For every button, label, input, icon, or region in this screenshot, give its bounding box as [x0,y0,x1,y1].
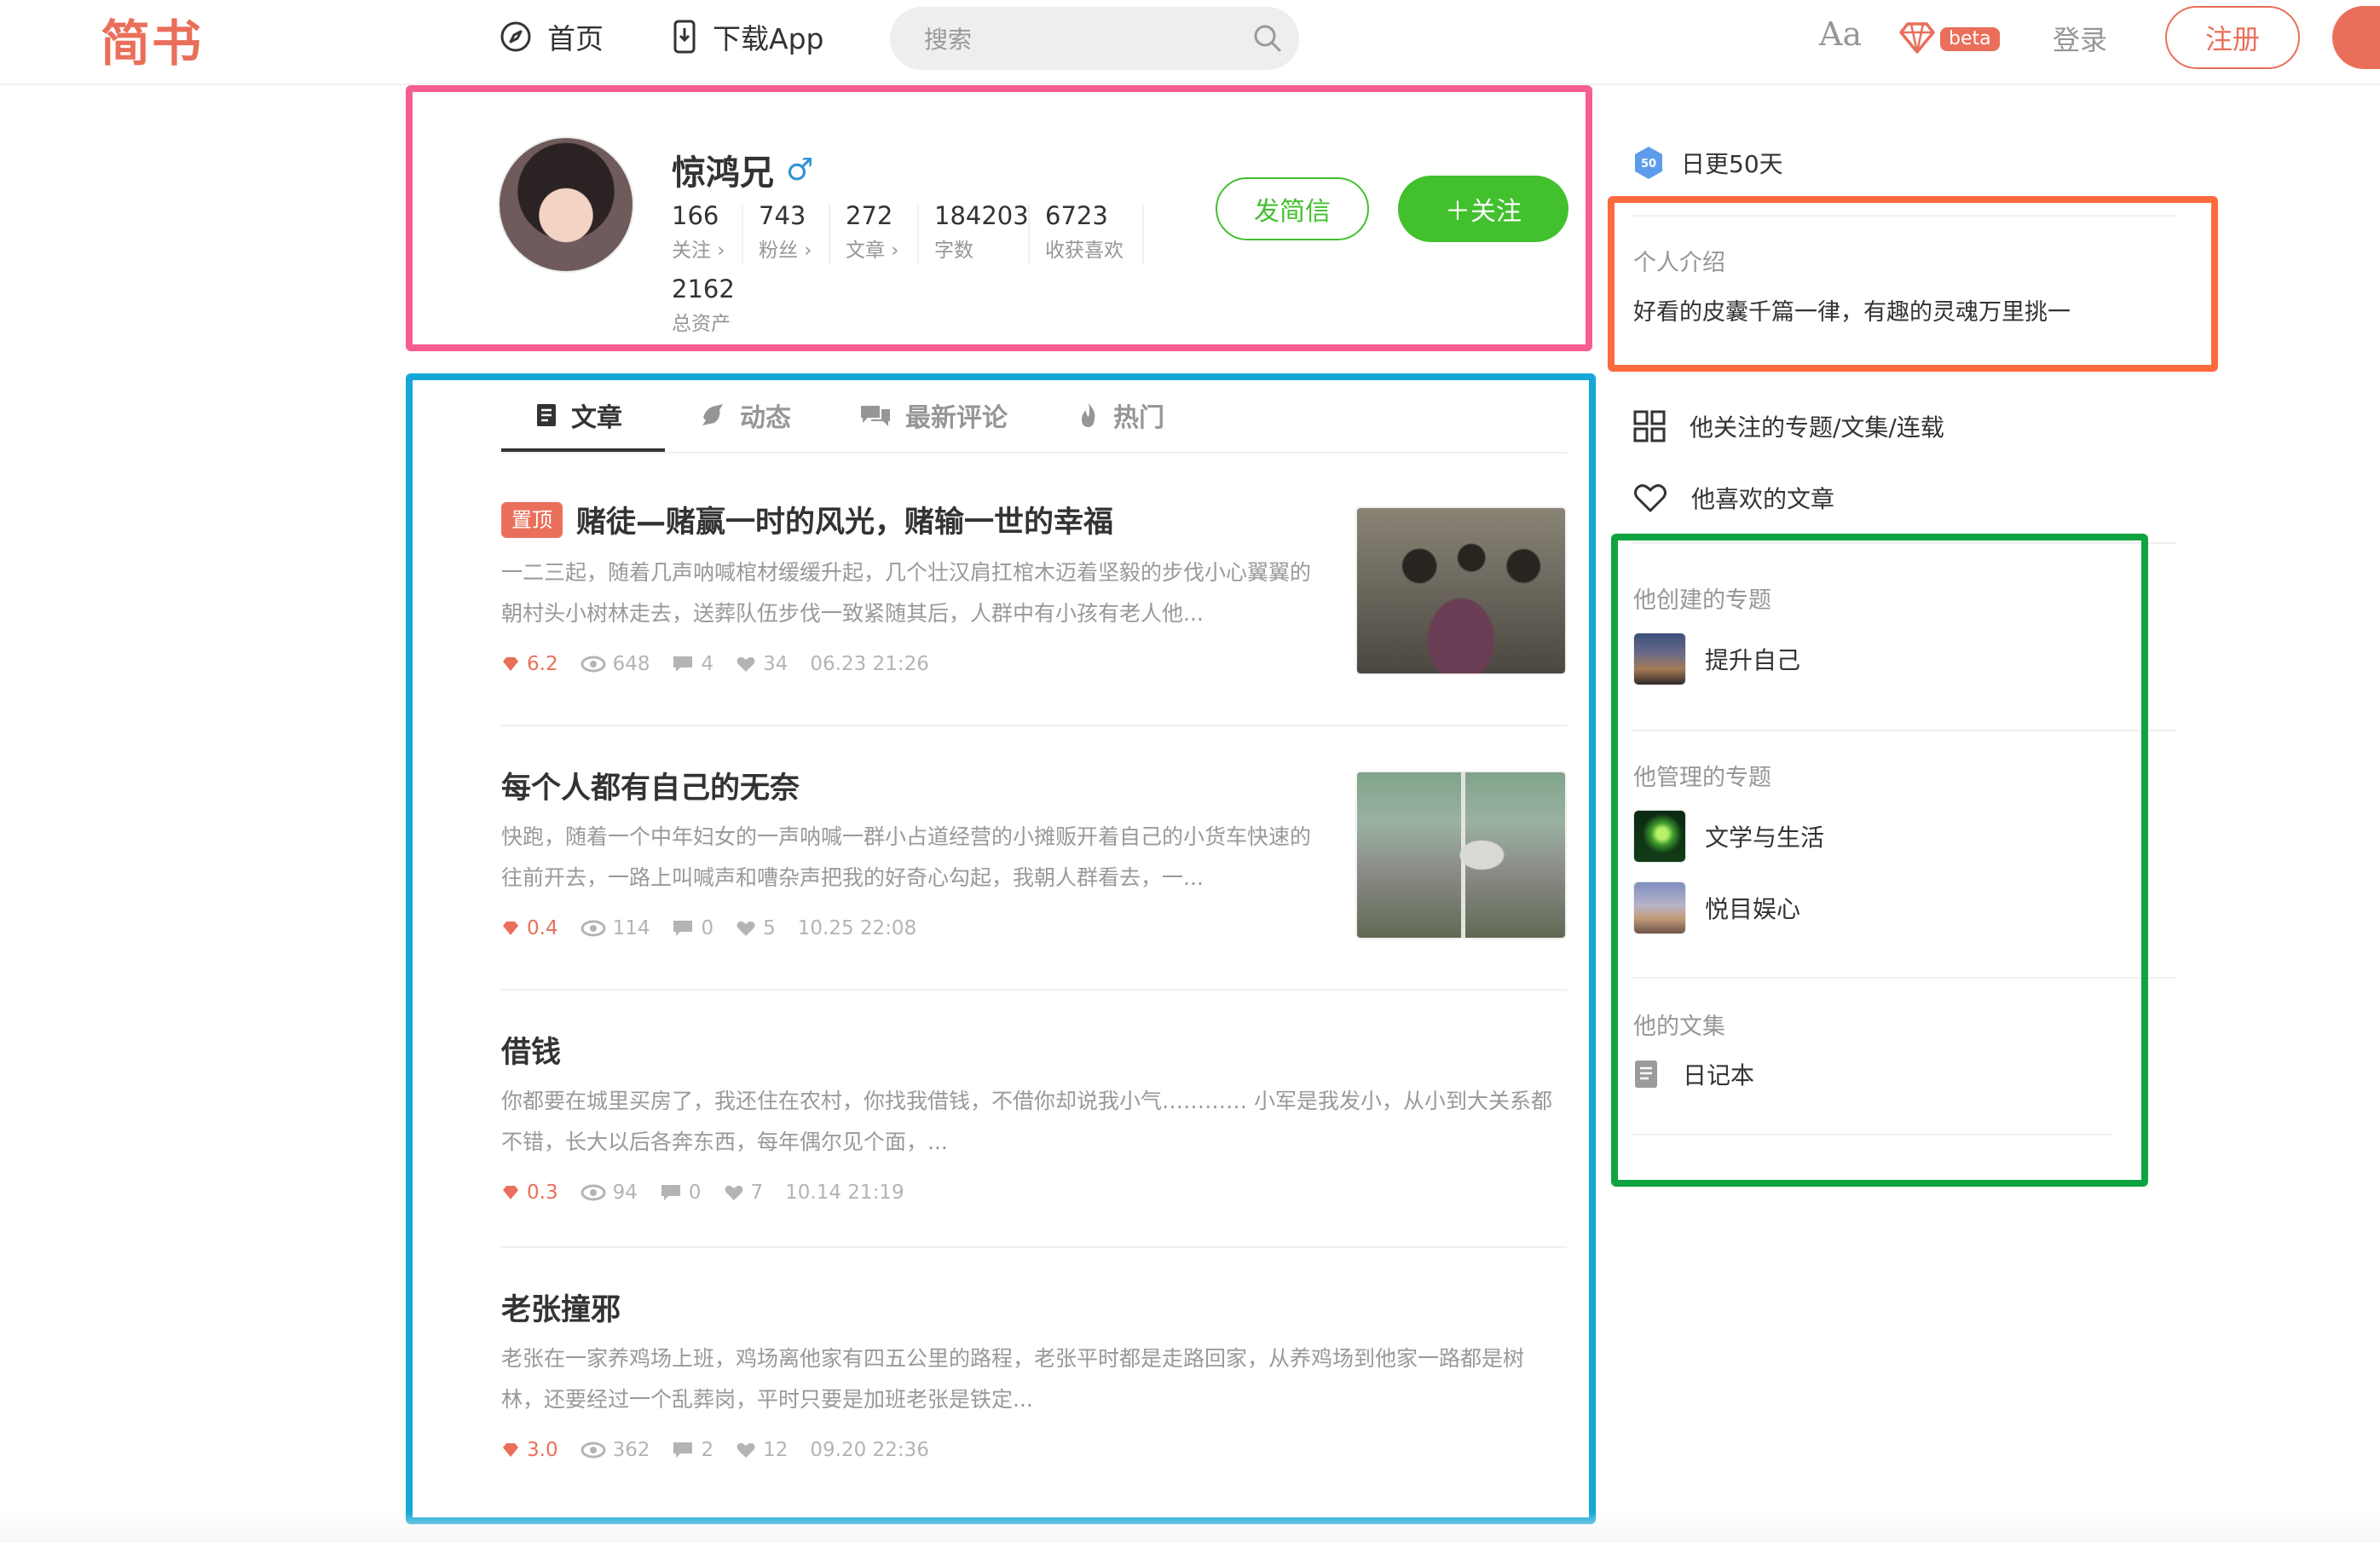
page-bottom-fade [0,1512,2380,1543]
jianshu-logo[interactable]: 简书 [101,3,203,75]
login-link[interactable]: 登录 [2053,19,2107,58]
phone-download-icon [672,20,697,54]
link-label: 他喜欢的文章 [1691,485,1835,513]
liked-articles-link[interactable]: 他喜欢的文章 [1633,481,1834,515]
nav-home-label: 首页 [547,22,604,55]
search-box [890,7,1299,72]
intro-highlight-box [1608,196,2218,372]
beta-badge: beta [1940,27,2000,51]
search-icon[interactable] [1253,24,1282,56]
badge-label: 日更50天 [1681,150,1783,178]
font-settings-button[interactable]: Aa [1819,15,1862,53]
search-input[interactable] [922,7,1233,72]
articles-highlight-box [406,373,1596,1524]
nav-download-app[interactable]: 下载App [672,15,823,58]
compass-icon [500,20,532,53]
followed-collections-link[interactable]: 他关注的专题/文集/连载 [1633,409,1944,443]
write-article-button[interactable] [2332,6,2380,69]
heart-icon [1633,483,1667,513]
badge-50-number: 50 [1641,158,1656,170]
diamond-icon [1898,20,1937,58]
top-navbar: 简书 首页 下载App Aa beta 登录 注册 [0,0,2380,85]
profile-highlight-box [406,85,1592,351]
nav-download-app-label: 下载App [713,22,824,55]
nav-home[interactable]: 首页 [500,15,604,58]
link-label: 他关注的专题/文集/连载 [1690,413,1944,442]
register-button[interactable]: 注册 [2165,6,2300,69]
daily-update-badge[interactable]: 50 日更50天 [1632,145,1783,181]
grid-icon [1633,410,1666,442]
collections-highlight-box [1611,534,2148,1187]
badge-50-icon: 50 [1632,145,1666,181]
beta-diamond-button[interactable]: beta [1898,20,2000,58]
